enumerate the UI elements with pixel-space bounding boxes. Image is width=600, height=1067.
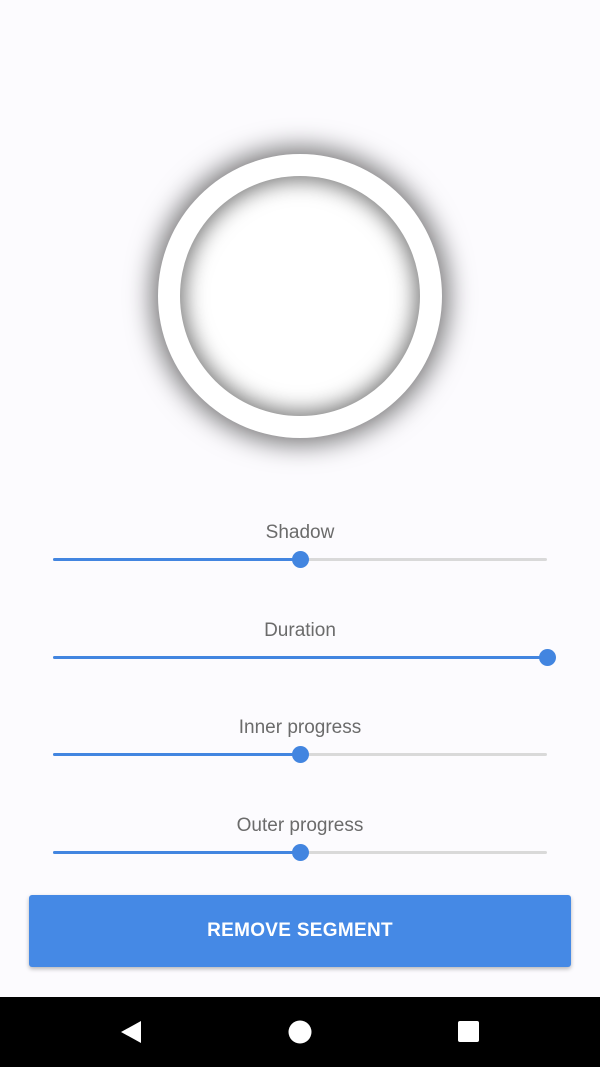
duration-slider-fill [53, 656, 547, 659]
shadow-control: Shadow [0, 522, 600, 582]
shadow-slider-fill [53, 558, 300, 561]
outer-progress-control: Outer progress [0, 815, 600, 875]
home-circle-icon[interactable] [260, 997, 340, 1067]
recents-square-icon[interactable] [429, 997, 509, 1067]
shadow-slider-thumb[interactable] [291, 551, 309, 568]
shadow-label: Shadow [265, 522, 335, 543]
remove-segment-button[interactable]: REMOVE SEGMENT [29, 895, 571, 967]
navigation-bar [0, 997, 600, 1067]
duration-slider-thumb[interactable] [538, 649, 556, 666]
duration-label: Duration [264, 620, 336, 641]
outer-progress-slider-thumb[interactable] [291, 844, 309, 861]
back-triangle-icon[interactable] [92, 997, 172, 1067]
inner-progress-slider-thumb[interactable] [291, 746, 309, 763]
inner-progress-control: Inner progress [0, 717, 600, 777]
duration-control: Duration [0, 620, 600, 680]
inner-progress-slider-fill [53, 753, 300, 756]
outer-progress-slider-fill [53, 851, 300, 854]
inner-ring [180, 176, 420, 416]
duration-slider-track[interactable] [53, 656, 547, 659]
outer-progress-label: Outer progress [236, 815, 364, 836]
inner-progress-label: Inner progress [238, 717, 362, 738]
ring-preview [0, 0, 600, 480]
outer-ring [158, 154, 442, 438]
